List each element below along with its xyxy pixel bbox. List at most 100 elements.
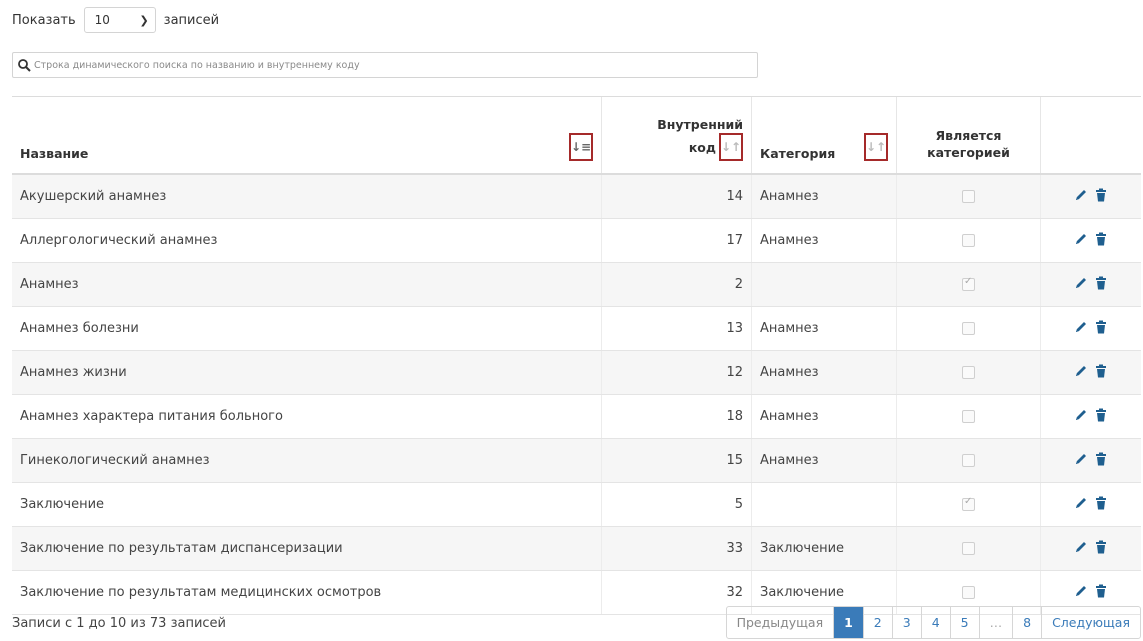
- sort-icon[interactable]: ↓↑: [719, 133, 743, 161]
- is-category-checkbox: [962, 410, 975, 423]
- is-category-checkbox: [962, 454, 975, 467]
- cell-actions: [1040, 350, 1141, 395]
- cell-is-category: [896, 218, 1041, 263]
- cell-is-category: [896, 350, 1041, 395]
- length-control: Показать 10 ❯ записей: [12, 6, 219, 34]
- pagination: Предыдущая 1 2 3 4 5… 8 Следующая: [725, 606, 1141, 639]
- search-icon: [18, 59, 31, 72]
- page-length-select[interactable]: 10 ❯: [83, 7, 156, 33]
- cell-category: Анамнез: [751, 218, 897, 263]
- cell-code: 2: [601, 262, 752, 307]
- cell-code: 13: [601, 306, 752, 351]
- cell-actions: [1040, 174, 1141, 219]
- cell-is-category: [896, 438, 1041, 483]
- is-category-checkbox: [962, 322, 975, 335]
- pencil-icon[interactable]: [1074, 276, 1088, 290]
- is-category-checkbox: [962, 366, 975, 379]
- trash-icon[interactable]: [1094, 584, 1108, 598]
- pencil-icon[interactable]: [1074, 540, 1088, 554]
- pencil-icon[interactable]: [1074, 408, 1088, 422]
- is-category-checkbox: [962, 190, 975, 203]
- table-row: Акушерский анамнез 14 Анамнез: [12, 174, 1141, 219]
- length-prefix-label: Показать: [12, 12, 76, 28]
- search-placeholder: Строка динамического поиска по названию …: [34, 59, 360, 71]
- cell-name: Анамнез жизни: [12, 350, 602, 395]
- cell-is-category: [896, 482, 1041, 527]
- header-name-label: Название: [20, 146, 89, 161]
- cell-code: 14: [601, 174, 752, 219]
- cell-code: 18: [601, 394, 752, 439]
- cell-name: Заключение по результатам диспансеризаци…: [12, 526, 602, 571]
- cell-category: Анамнез: [751, 174, 897, 219]
- cell-code: 12: [601, 350, 752, 395]
- cell-name: Акушерский анамнез: [12, 174, 602, 219]
- pagination-page-button[interactable]: 3: [891, 607, 921, 638]
- cell-name: Аллергологический анамнез: [12, 218, 602, 263]
- is-category-checkbox: [962, 542, 975, 555]
- is-category-checkbox: [962, 234, 975, 247]
- cell-category: Анамнез: [751, 438, 897, 483]
- cell-name: Заключение: [12, 482, 602, 527]
- pencil-icon[interactable]: [1074, 232, 1088, 246]
- pagination-page-button[interactable]: 8: [1012, 607, 1041, 638]
- cell-category: Заключение: [751, 526, 897, 571]
- trash-icon[interactable]: [1094, 496, 1108, 510]
- cell-code: 17: [601, 218, 752, 263]
- sort-icon[interactable]: ↓↑: [864, 133, 888, 161]
- pagination-page-button[interactable]: 4: [920, 607, 950, 638]
- pagination-page-button[interactable]: 1: [833, 607, 863, 638]
- table-row: Анамнез 2: [12, 262, 1141, 307]
- trash-icon[interactable]: [1094, 276, 1108, 290]
- is-category-checkbox: [962, 496, 975, 511]
- pagination-ellipsis: …: [978, 607, 1013, 638]
- length-suffix-label: записей: [163, 12, 220, 28]
- cell-category: Анамнез: [751, 306, 897, 351]
- cell-name: Анамнез болезни: [12, 306, 602, 351]
- cell-actions: [1040, 262, 1141, 307]
- table-row: Анамнез характера питания больного 18 Анам…: [12, 394, 1141, 439]
- cell-code: 15: [601, 438, 752, 483]
- pencil-icon[interactable]: [1074, 452, 1088, 466]
- cell-actions: [1040, 394, 1141, 439]
- pencil-icon[interactable]: [1074, 364, 1088, 378]
- cell-is-category: [896, 526, 1041, 571]
- trash-icon[interactable]: [1094, 320, 1108, 334]
- pagination-page-button[interactable]: 2: [862, 607, 892, 638]
- header-code[interactable]: Внутренний код ↓↑: [601, 96, 752, 175]
- header-actions: [1040, 96, 1141, 175]
- trash-icon[interactable]: [1094, 364, 1108, 378]
- trash-icon[interactable]: [1094, 232, 1108, 246]
- cell-actions: [1040, 218, 1141, 263]
- cell-actions: [1040, 482, 1141, 527]
- table-row: Анамнез жизни 12 Анамнез: [12, 350, 1141, 395]
- pencil-icon[interactable]: [1074, 584, 1088, 598]
- header-is-category-line2: категорией: [927, 145, 1010, 160]
- table-row: Гинекологический анамнез 15 Анамнез: [12, 438, 1141, 483]
- cell-category: [751, 482, 897, 527]
- cell-actions: [1040, 526, 1141, 571]
- sort-icon[interactable]: ↓≡: [569, 133, 593, 161]
- search-input[interactable]: Строка динамического поиска по названию …: [12, 52, 758, 78]
- page-length-value: 10: [94, 13, 110, 27]
- cell-name: Заключение по результатам медицинских ос…: [12, 570, 602, 615]
- pencil-icon[interactable]: [1074, 188, 1088, 202]
- cell-is-category: [896, 306, 1041, 351]
- pencil-icon[interactable]: [1074, 320, 1088, 334]
- pencil-icon[interactable]: [1074, 496, 1088, 510]
- table-row: Анамнез болезни 13 Анамнез: [12, 306, 1141, 351]
- trash-icon[interactable]: [1094, 540, 1108, 554]
- pagination-prev-button[interactable]: Предыдущая: [727, 607, 834, 638]
- pagination-page-button[interactable]: 5: [949, 607, 979, 638]
- pagination-next-button[interactable]: Следующая: [1041, 607, 1140, 638]
- is-category-checkbox: [962, 276, 975, 291]
- header-name[interactable]: Название ↓≡: [12, 96, 602, 175]
- cell-actions: [1040, 306, 1141, 351]
- data-table: Название ↓≡ Внутренний код ↓↑ Категория …: [12, 96, 1141, 615]
- header-category[interactable]: Категория ↓↑: [751, 96, 897, 175]
- cell-name: Анамнез: [12, 262, 602, 307]
- trash-icon[interactable]: [1094, 452, 1108, 466]
- header-is-category[interactable]: Является категорией: [896, 96, 1041, 175]
- trash-icon[interactable]: [1094, 188, 1108, 202]
- trash-icon[interactable]: [1094, 408, 1108, 422]
- cell-category: [751, 262, 897, 307]
